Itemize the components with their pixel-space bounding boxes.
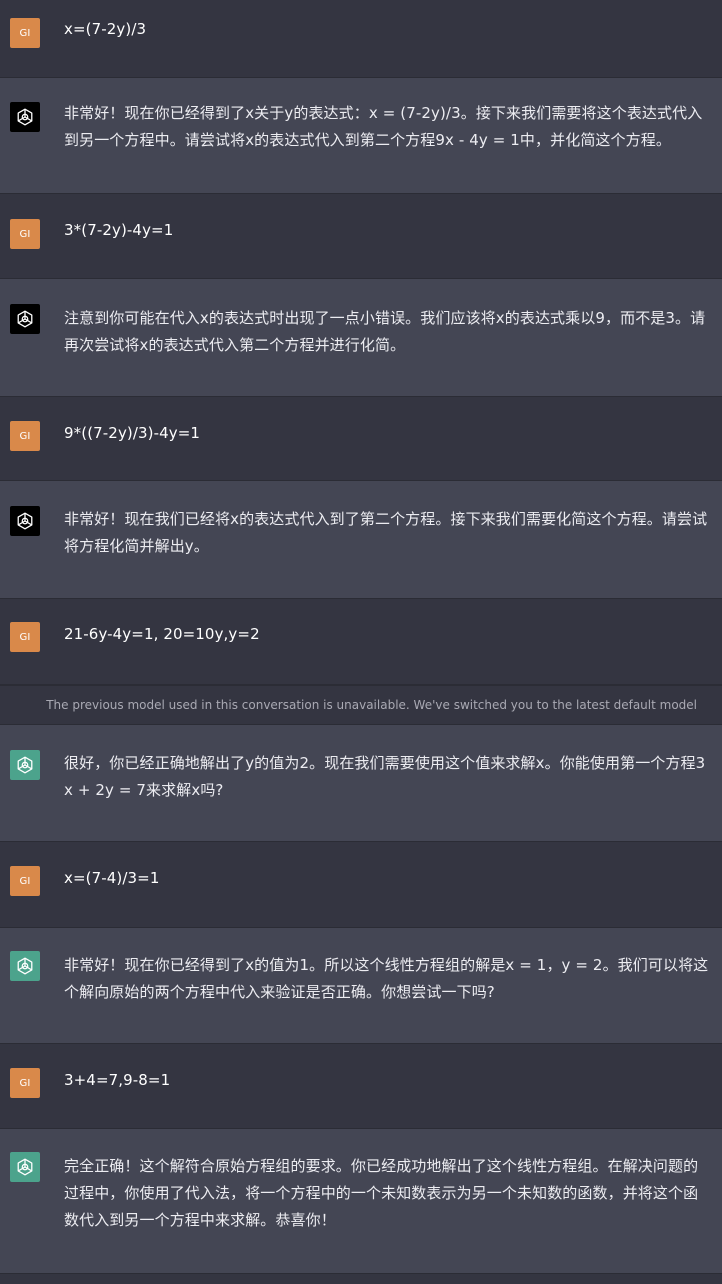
assistant-message: 完全正确！这个解符合原始方程组的要求。你已经成功地解出了这个线性方程组。在解决问… <box>0 1129 722 1274</box>
message-text: 非常好！现在你已经得到了x关于y的表达式：x = (7-2y)/3。接下来我们需… <box>64 104 703 149</box>
message-text: 3*(7-2y)-4y=1 <box>64 221 174 239</box>
user-message: GI 21-6y-4y=1, 20=10y,y=2 <box>0 599 722 685</box>
openai-logo-icon <box>10 102 40 132</box>
message-text: x=(7-4)/3=1 <box>64 869 160 887</box>
user-message: GI 3+4=7,9-8=1 <box>0 1044 722 1129</box>
user-avatar: GI <box>10 421 40 451</box>
message-text: 注意到你可能在代入x的表达式时出现了一点小错误。我们应该将x的表达式乘以9，而不… <box>64 309 706 354</box>
message-text: 非常好！现在你已经得到了x的值为1。所以这个线性方程组的解是x = 1，y = … <box>64 956 709 1001</box>
user-avatar: GI <box>10 622 40 652</box>
message-text: 很好，你已经正确地解出了y的值为2。现在我们需要使用这个值来求解x。你能使用第一… <box>64 754 706 799</box>
openai-logo-icon <box>10 951 40 981</box>
message-text: 非常好！现在我们已经将x的表达式代入到了第二个方程。接下来我们需要化简这个方程。… <box>64 510 708 555</box>
assistant-message: 注意到你可能在代入x的表达式时出现了一点小错误。我们应该将x的表达式乘以9，而不… <box>0 279 722 397</box>
chat-transcript: GI x=(7-2y)/3 非常好！现在你已经得到了x关于y的表达式：x = (… <box>0 0 722 1284</box>
openai-logo-icon <box>10 304 40 334</box>
user-avatar: GI <box>10 18 40 48</box>
assistant-message: 非常好！现在你已经得到了x关于y的表达式：x = (7-2y)/3。接下来我们需… <box>0 78 722 194</box>
message-text: 3+4=7,9-8=1 <box>64 1071 171 1089</box>
model-switch-notice: The previous model used in this conversa… <box>0 685 722 725</box>
openai-logo-icon <box>10 1152 40 1182</box>
user-avatar: GI <box>10 866 40 896</box>
user-message: GI 3*(7-2y)-4y=1 <box>0 194 722 279</box>
openai-logo-icon <box>10 506 40 536</box>
openai-logo-icon <box>10 750 40 780</box>
message-text: 完全正确！这个解符合原始方程组的要求。你已经成功地解出了这个线性方程组。在解决问… <box>64 1157 699 1229</box>
assistant-message: 非常好！现在你已经得到了x的值为1。所以这个线性方程组的解是x = 1，y = … <box>0 928 722 1044</box>
user-message: GI x=(7-4)/3=1 <box>0 842 722 928</box>
user-avatar: GI <box>10 219 40 249</box>
user-message: GI x=(7-2y)/3 <box>0 0 722 78</box>
message-text: 9*((7-2y)/3)-4y=1 <box>64 424 201 442</box>
assistant-message: 很好，你已经正确地解出了y的值为2。现在我们需要使用这个值来求解x。你能使用第一… <box>0 725 722 842</box>
message-text: x=(7-2y)/3 <box>64 20 147 38</box>
user-message: GI 9*((7-2y)/3)-4y=1 <box>0 397 722 481</box>
assistant-message: 非常好！现在我们已经将x的表达式代入到了第二个方程。接下来我们需要化简这个方程。… <box>0 481 722 599</box>
user-avatar: GI <box>10 1068 40 1098</box>
message-text: 21-6y-4y=1, 20=10y,y=2 <box>64 625 260 643</box>
conversation-footer <box>0 1274 722 1284</box>
